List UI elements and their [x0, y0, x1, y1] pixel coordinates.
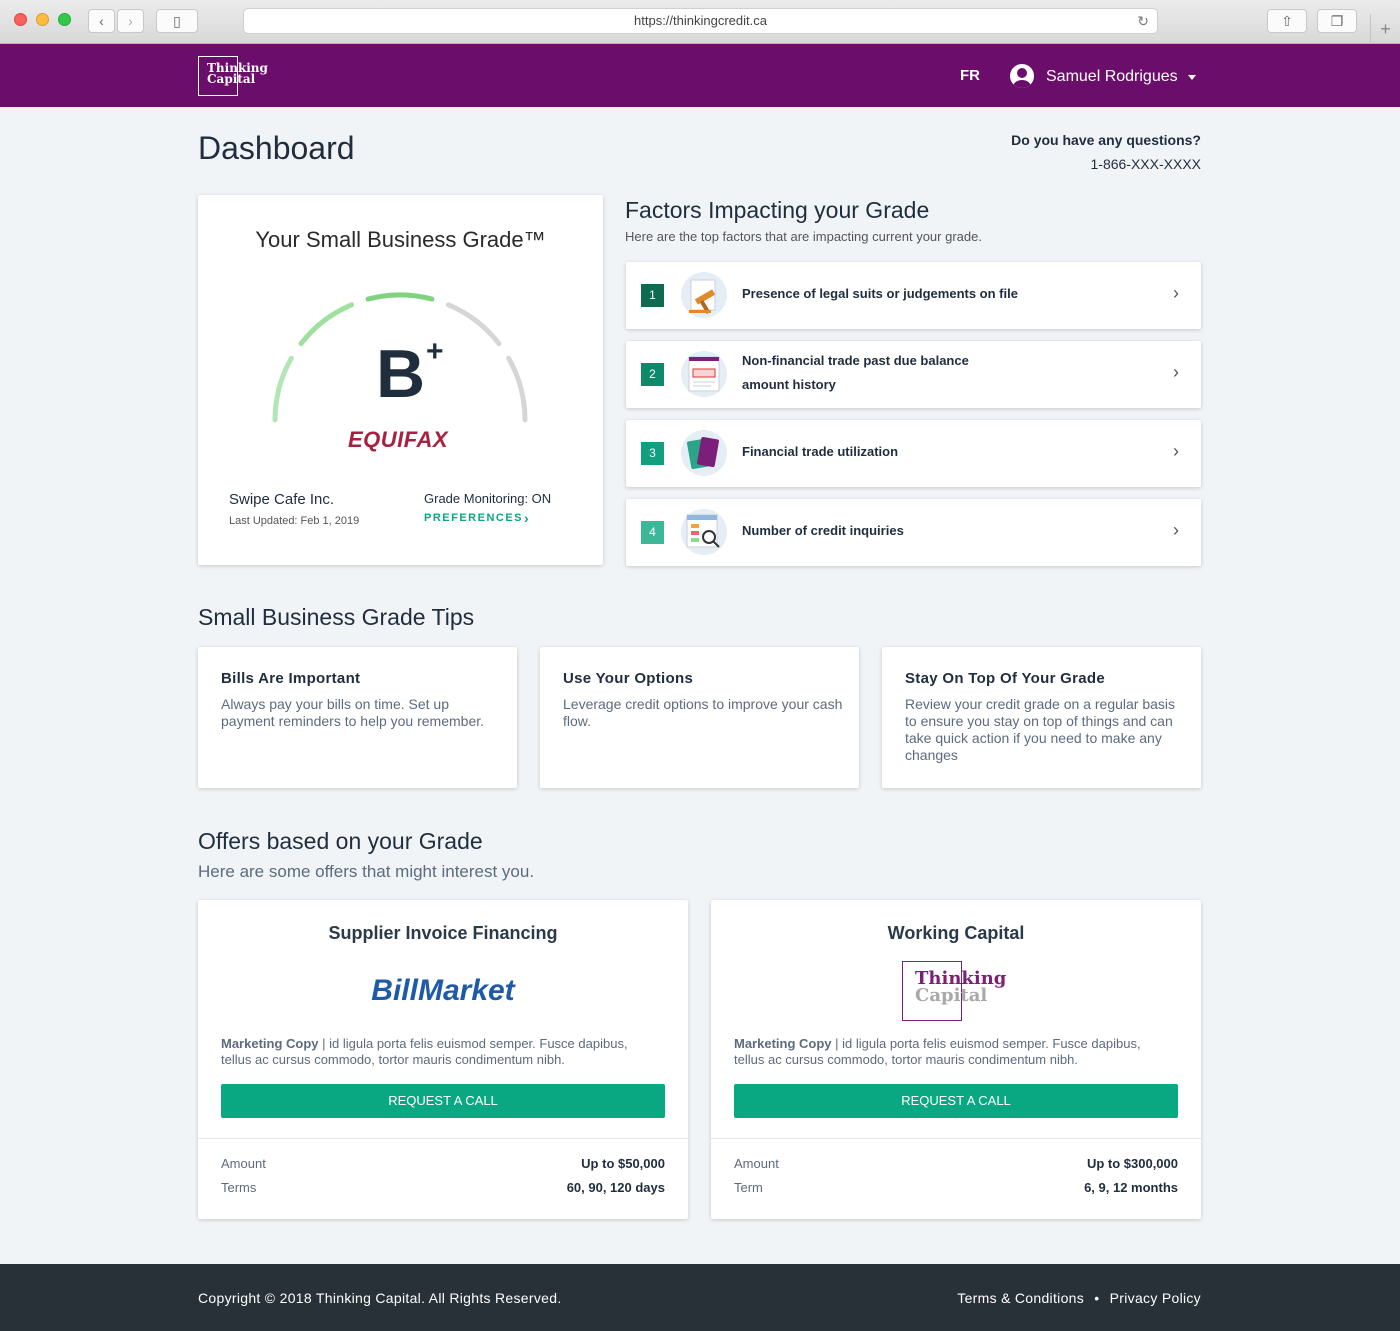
terms-value: 6, 9, 12 months — [1084, 1180, 1178, 1195]
tabs-icon[interactable]: ❐ — [1317, 9, 1357, 33]
grade-card: Your Small Business Grade™ B + EQUIFAX S… — [198, 195, 603, 565]
chevron-right-icon[interactable]: › — [1173, 362, 1179, 383]
gauge-segment-5 — [506, 355, 528, 423]
gauge-segment-2 — [298, 302, 355, 347]
amount-label: Amount — [734, 1156, 779, 1171]
reload-icon[interactable]: ↻ — [1137, 9, 1149, 33]
factors-title: Factors Impacting your Grade — [625, 197, 930, 223]
marketing-copy: Marketing Copy | id ligula porta felis e… — [734, 1036, 1141, 1067]
overdue-invoice-icon — [681, 351, 727, 397]
offer-card-1: Supplier Invoice Financing BillMarket Ma… — [198, 900, 688, 1219]
factor-row-1[interactable]: 1 Presence of legal suits or judgements … — [626, 262, 1201, 329]
minimize-window-button[interactable] — [36, 13, 49, 26]
footer-links: Terms & Conditions • Privacy Policy — [957, 1290, 1201, 1306]
offer-heading: Working Capital — [887, 923, 1025, 943]
help-contact: Do you have any questions? 1-866-XXX-XXX… — [1011, 132, 1201, 172]
logo-text: Thinking Capital — [207, 61, 268, 86]
credit-report-magnifier-icon — [681, 509, 727, 555]
language-toggle[interactable]: FR — [960, 67, 980, 84]
gauge-segment-4 — [445, 302, 502, 347]
divider — [198, 1138, 688, 1139]
footer-separator: • — [1094, 1290, 1100, 1306]
chevron-right-icon[interactable]: › — [1173, 520, 1179, 541]
close-window-button[interactable] — [14, 13, 27, 26]
share-icon[interactable]: ⇧ — [1267, 9, 1307, 33]
tip-card-1: Bills Are Important Always pay your bill… — [198, 647, 517, 788]
tip-heading: Use Your Options — [563, 670, 694, 687]
last-updated: Last Updated: Feb 1, 2019 — [229, 515, 360, 527]
sidebar-toggle-icon[interactable]: ▯ — [156, 9, 198, 33]
site-header: Thinking Capital FR Samuel Rodrigues — [0, 44, 1400, 107]
monitoring-status: Grade Monitoring: ON — [424, 491, 552, 506]
billmarket-logo: BillMarket — [371, 974, 515, 1007]
request-call-button[interactable]: REQUEST A CALL — [221, 1084, 665, 1118]
factor-label: Presence of legal suits or judgements on… — [742, 286, 1018, 301]
divider — [711, 1138, 1201, 1139]
chevron-right-icon[interactable]: › — [1173, 283, 1179, 304]
factor-number: 3 — [641, 442, 664, 465]
preferences-link[interactable]: PREFERENCES — [424, 512, 523, 524]
business-name: Swipe Cafe Inc. — [229, 491, 335, 508]
user-menu[interactable]: Samuel Rodrigues — [1046, 68, 1178, 86]
thinking-capital-logo-text: Thinking Capital — [915, 968, 1007, 1006]
factor-number: 4 — [641, 521, 664, 544]
factor-label: Non-financial trade past due balance amo… — [742, 353, 969, 392]
request-call-button[interactable]: REQUEST A CALL — [734, 1084, 1178, 1118]
tips-title: Small Business Grade Tips — [198, 604, 475, 630]
factor-number: 2 — [641, 363, 664, 386]
phone-number[interactable]: 1-866-XXX-XXXX — [1011, 156, 1202, 172]
page-title: Dashboard — [198, 130, 355, 166]
offer-heading: Supplier Invoice Financing — [328, 923, 558, 943]
questions-label: Do you have any questions? — [1011, 132, 1201, 148]
terms-link[interactable]: Terms & Conditions — [957, 1290, 1084, 1306]
amount-value: Up to $50,000 — [581, 1156, 665, 1171]
equifax-logo: EQUIFAX — [348, 427, 449, 452]
factor-row-3[interactable]: 3 Financial trade utilization › — [626, 420, 1201, 487]
offers-subtitle: Here are some offers that might interest… — [198, 862, 535, 881]
tip-heading: Stay On Top Of Your Grade — [905, 670, 1106, 687]
tip-body: Always pay your bills on time. Set up pa… — [221, 696, 485, 729]
credit-cards-icon — [681, 430, 727, 476]
gavel-icon — [681, 272, 727, 318]
factor-row-2[interactable]: 2 Non-financial trade past due balance a… — [626, 341, 1201, 408]
forward-icon[interactable]: › — [117, 9, 144, 33]
tip-body: Leverage credit options to improve your … — [563, 696, 843, 729]
marketing-copy: Marketing Copy | id ligula porta felis e… — [221, 1036, 628, 1067]
terms-value: 60, 90, 120 days — [566, 1180, 665, 1195]
privacy-link[interactable]: Privacy Policy — [1110, 1290, 1201, 1306]
browser-toolbar: ‹ › ▯ https://thinkingcredit.ca ↻ ⇧ ❐ + — [0, 0, 1400, 44]
offer-card-2: Working Capital Thinking Capital Marketin… — [711, 900, 1201, 1219]
tip-card-2: Use Your Options Leverage credit options… — [540, 647, 859, 788]
amount-label: Amount — [221, 1156, 266, 1171]
tip-heading: Bills Are Important — [221, 670, 361, 687]
grade-letter: B — [376, 336, 426, 412]
site-footer: Copyright © 2018 Thinking Capital. All R… — [0, 1264, 1400, 1331]
terms-label: Terms — [221, 1180, 257, 1195]
gauge-segment-1 — [272, 355, 294, 423]
factor-label: Number of credit inquiries — [742, 523, 904, 538]
grade-modifier: + — [426, 335, 444, 368]
zoom-window-button[interactable] — [58, 13, 71, 26]
chevron-down-icon[interactable] — [1188, 75, 1196, 80]
grade-title: Your Small Business Grade™ — [255, 227, 546, 252]
gauge-segment-3 — [365, 292, 435, 302]
url-text: https://thinkingcredit.ca — [634, 13, 767, 28]
back-icon[interactable]: ‹ — [88, 9, 115, 33]
factor-label: Financial trade utilization — [742, 444, 899, 459]
factors-subtitle: Here are the top factors that are impact… — [625, 229, 982, 244]
terms-label: Term — [734, 1180, 763, 1195]
new-tab-icon[interactable]: + — [1370, 14, 1400, 44]
tip-body: Review your credit grade on a regular ba… — [905, 696, 1176, 763]
factor-number: 1 — [641, 284, 664, 307]
address-bar[interactable]: https://thinkingcredit.ca ↻ — [243, 8, 1158, 34]
chevron-right-icon[interactable]: › — [524, 510, 529, 526]
offers-title: Offers based on your Grade — [198, 828, 483, 854]
chevron-right-icon[interactable]: › — [1173, 441, 1179, 462]
user-avatar-icon[interactable] — [1010, 64, 1034, 88]
amount-value: Up to $300,000 — [1086, 1156, 1178, 1171]
tip-card-3: Stay On Top Of Your Grade Review your cr… — [882, 647, 1201, 788]
factor-row-4[interactable]: 4 Number of credit inquiries › — [626, 499, 1201, 566]
copyright: Copyright © 2018 Thinking Capital. All R… — [198, 1290, 562, 1306]
